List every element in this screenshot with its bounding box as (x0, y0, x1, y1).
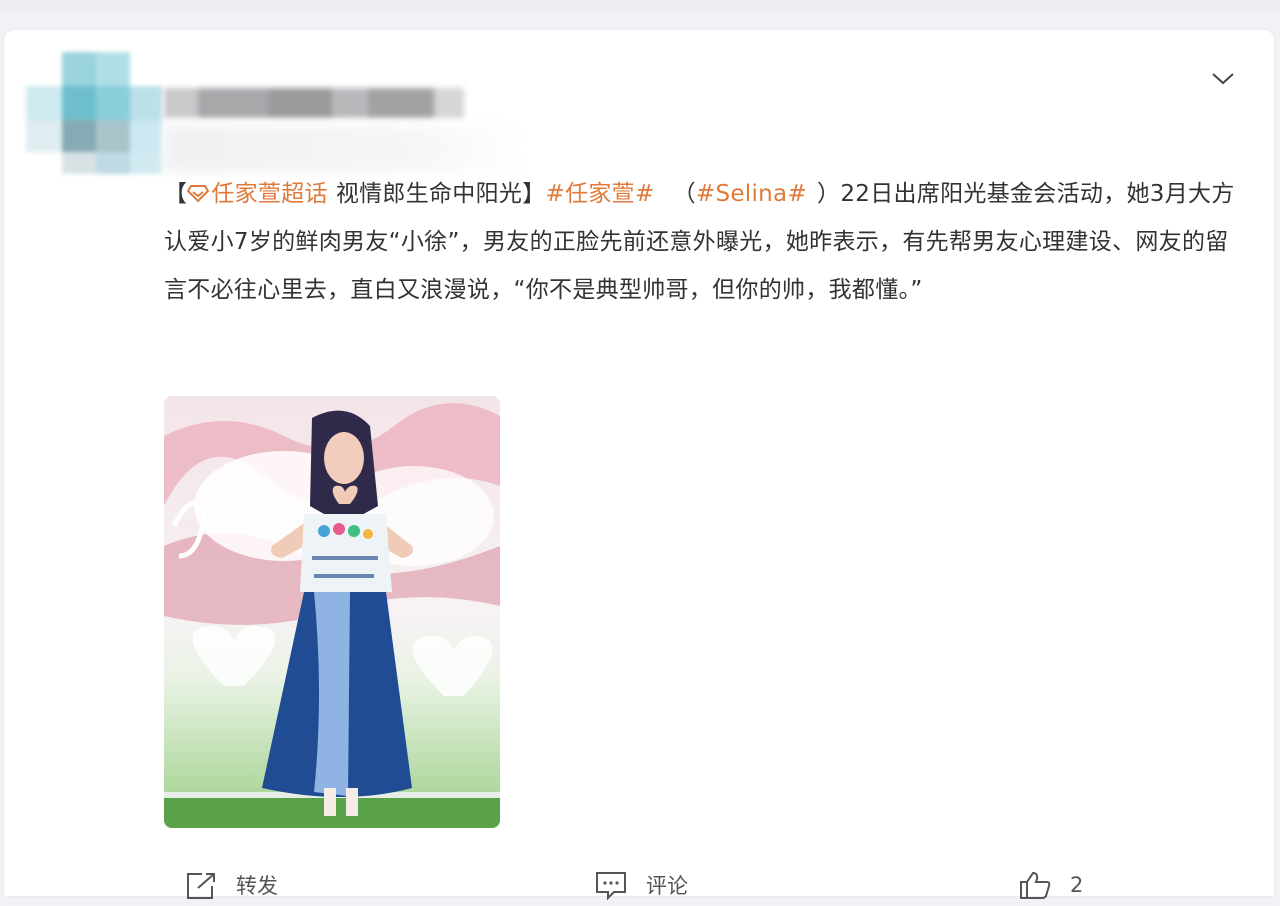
super-topic-link[interactable]: 任家萱超话 (187, 181, 328, 207)
chevron-down-icon[interactable] (1210, 68, 1236, 88)
top-strip (0, 0, 1280, 12)
username[interactable] (164, 88, 464, 118)
post-meta (164, 126, 524, 172)
avatar[interactable] (26, 52, 162, 174)
diamond-icon (187, 185, 210, 203)
topic-link-2[interactable]: #Selina# (696, 181, 807, 207)
topic-link-1[interactable]: #任家萱# (546, 181, 655, 207)
post-text: 【任家萱超话 视情郎生命中阳光】#任家萱# （#Selina# ）22日出席阳光基金会… (164, 170, 1239, 314)
headline: 视情郎生命中阳光】 (335, 181, 546, 207)
post-image[interactable] (164, 396, 500, 828)
action-bar: 转发 评论 2 (4, 866, 1274, 906)
bracket-open: 【 (164, 181, 188, 207)
paren-open: （ (672, 181, 696, 207)
like-count: 2 (1070, 873, 1084, 897)
super-topic-label: 任家萱超话 (211, 181, 328, 207)
post-card: 【任家萱超话 视情郎生命中阳光】#任家萱# （#Selina# ）22日出席阳光基金会… (4, 30, 1274, 900)
